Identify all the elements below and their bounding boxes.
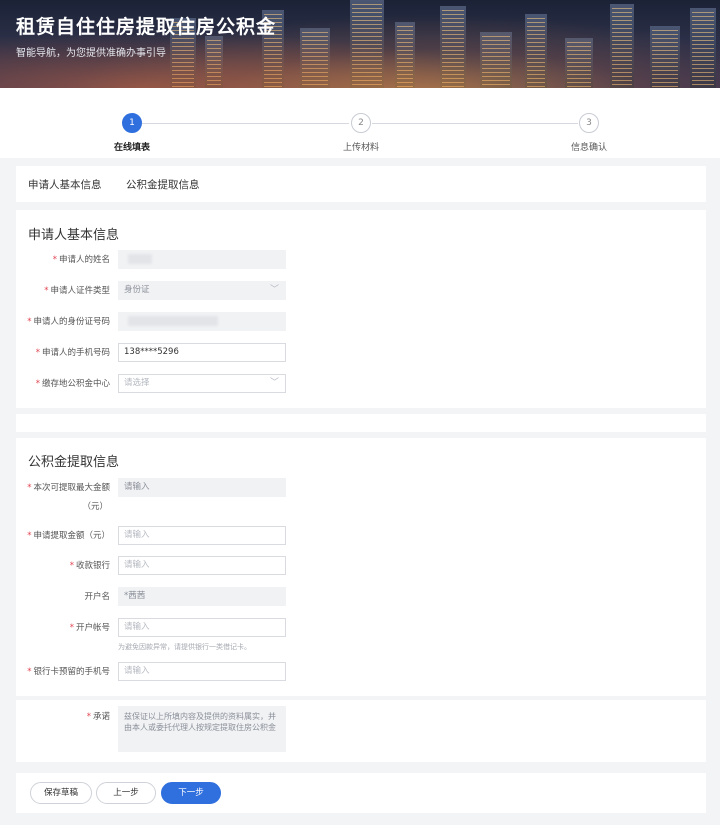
prev-button[interactable]: 上一步 (96, 782, 156, 804)
required-mark: * (35, 348, 40, 358)
required-mark: * (44, 286, 49, 296)
form-row-fund-center: * 缴存地公积金中心 请选择 ﹀ (16, 374, 706, 394)
step-3-dot: 3 (579, 113, 599, 133)
fund-center-select[interactable]: 请选择 ﹀ (118, 374, 286, 393)
required-mark: * (52, 255, 57, 265)
account-name-field: *茜茜 (118, 587, 286, 606)
bank-input[interactable]: 请输入 (118, 556, 286, 575)
field-label: * 本次可提取最大金额 (27, 483, 110, 493)
chevron-down-icon: ﹀ (269, 378, 279, 388)
required-mark: * (27, 531, 32, 541)
form-row-bank: * 收款银行 请输入 (16, 556, 706, 576)
phone-input[interactable]: 138****5296 (118, 343, 286, 362)
withdrawal-info-section: 公积金提取信息 * 本次可提取最大金额 （元） 请输入 * 申请提取金额（元） 请输… (16, 438, 706, 696)
form-row-id-type: * 申请人证件类型 身份证 ﹀ (16, 281, 706, 301)
account-number-input[interactable]: 请输入 (118, 618, 286, 637)
section-title: 公积金提取信息 (28, 455, 120, 470)
step-connector (142, 123, 349, 124)
applicant-name-field (118, 250, 286, 269)
required-mark: * (35, 379, 40, 389)
field-label: 开户名 (84, 592, 110, 602)
redacted-value (128, 315, 218, 326)
id-type-select: 身份证 ﹀ (118, 281, 286, 300)
field-label: * 申请人的姓名 (52, 255, 110, 265)
bank-phone-input[interactable]: 请输入 (118, 662, 286, 681)
section-title: 申请人基本信息 (28, 228, 120, 243)
amount-input[interactable]: 请输入 (118, 526, 286, 545)
step-2-dot: 2 (351, 113, 371, 133)
step-1-dot: 1 (122, 113, 142, 133)
progress-steps: 1 在线填表 2 上传材料 3 信息确认 (0, 88, 720, 158)
form-row-id-number: * 申请人的身份证号码 (16, 312, 706, 332)
step-3-label: 信息确认 (570, 143, 607, 153)
required-mark: * (27, 483, 32, 493)
field-label: * 收款银行 (69, 561, 110, 571)
required-mark: * (69, 561, 74, 571)
field-label-unit: （元） (82, 502, 108, 512)
form-row-bank-phone: * 银行卡预留的手机号 请输入 (16, 662, 706, 682)
field-label: * 申请人的手机号码 (35, 348, 110, 358)
step-2-label: 上传材料 (342, 143, 379, 153)
field-label: * 申请提取金额（元） (27, 531, 110, 541)
id-number-field (118, 312, 286, 331)
save-draft-button[interactable]: 保存草稿 (30, 782, 92, 804)
tab-withdrawal-info[interactable]: 公积金提取信息 (126, 177, 200, 192)
header-banner: 租赁自住住房提取住房公积金 智能导航，为您提供准确办事引导 (0, 0, 720, 88)
redacted-value (128, 253, 152, 264)
field-label: * 缴存地公积金中心 (35, 379, 110, 389)
account-number-hint: 为避免因款异常，请提供银行一类借记卡。 (118, 643, 251, 651)
required-mark: * (86, 712, 91, 722)
step-1-label: 在线填表 (113, 143, 150, 153)
required-mark: * (69, 623, 74, 633)
max-amount-field: 请输入 (118, 478, 286, 497)
form-row-max-amount: * 本次可提取最大金额 （元） 请输入 (16, 478, 706, 514)
section-spacer (16, 414, 706, 432)
form-row-amount: * 申请提取金额（元） 请输入 (16, 526, 706, 546)
form-row-phone: * 申请人的手机号码 138****5296 (16, 343, 706, 363)
page-title: 租赁自住住房提取住房公积金 (16, 16, 277, 38)
section-tabs: 申请人基本信息 公积金提取信息 (16, 166, 706, 202)
commitment-text: 兹保证以上所填内容及提供的资料属实，并由本人或委托代理人按规定提取住房公积金 (118, 706, 286, 752)
tab-applicant-info[interactable]: 申请人基本信息 (28, 177, 102, 192)
next-button[interactable]: 下一步 (161, 782, 221, 804)
field-label: * 申请人的身份证号码 (27, 317, 110, 327)
form-row-account-number: * 开户帐号 请输入 (16, 618, 706, 638)
form-row-account-name: 开户名 *茜茜 (16, 587, 706, 607)
commitment-section: * 承诺 兹保证以上所填内容及提供的资料属实，并由本人或委托代理人按规定提取住房公… (16, 700, 706, 762)
field-label: * 开户帐号 (69, 623, 110, 633)
form-row-name: * 申请人的姓名 (16, 250, 706, 270)
step-connector (372, 123, 578, 124)
field-label: * 承诺 (86, 712, 110, 722)
chevron-down-icon: ﹀ (269, 285, 279, 295)
field-label: * 银行卡预留的手机号 (27, 667, 110, 677)
page-subtitle: 智能导航，为您提供准确办事引导 (16, 48, 166, 59)
required-mark: * (27, 667, 32, 677)
applicant-info-section: 申请人基本信息 * 申请人的姓名 * 申请人证件类型 身份证 ﹀ * 申请人的身份证号码… (16, 210, 706, 408)
field-label: * 申请人证件类型 (44, 286, 110, 296)
required-mark: * (27, 317, 32, 327)
action-bar: 保存草稿 上一步 下一步 (16, 773, 706, 813)
